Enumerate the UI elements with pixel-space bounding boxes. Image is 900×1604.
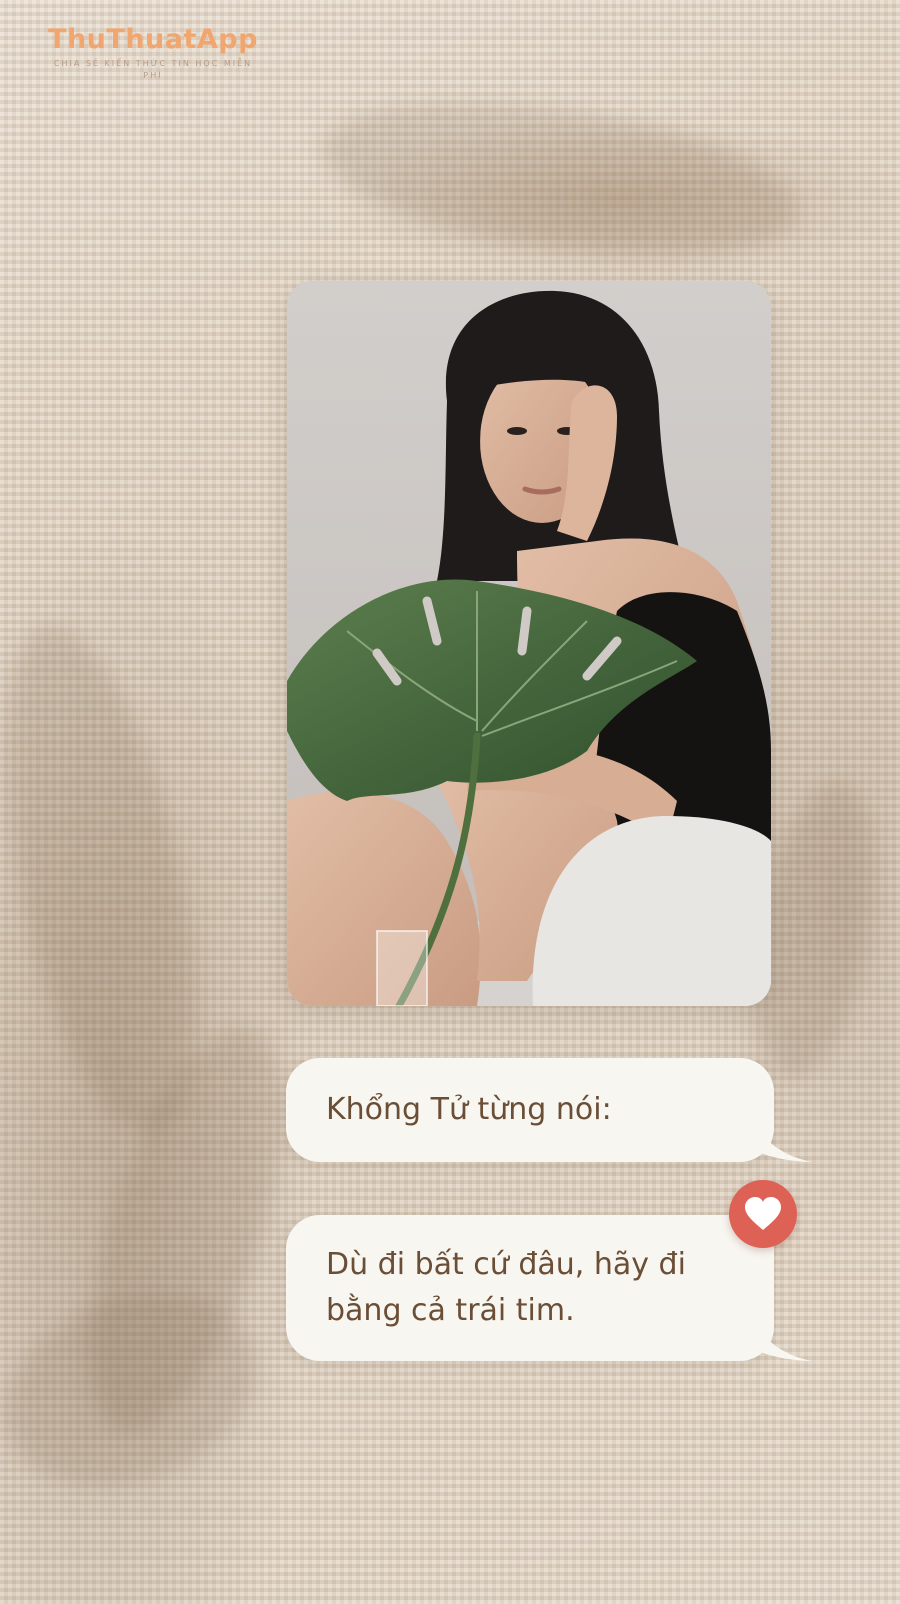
message-bubble: Khổng Tử từng nói:	[286, 1058, 812, 1162]
bubble-tail	[752, 1317, 812, 1361]
portrait-photo	[287, 281, 771, 1006]
background-leaf-shadow	[312, 77, 808, 283]
logo-tagline: CHIA SẺ KIẾN THỨC TIN HỌC MIỄN PHÍ	[53, 59, 253, 80]
logo-text: ThuThuatApp	[48, 24, 258, 55]
message-text: Khổng Tử từng nói:	[326, 1092, 612, 1127]
heart-reaction-badge[interactable]	[729, 1180, 797, 1248]
message-bubble: Dù đi bất cứ đâu, hãy đi bằng cả trái ti…	[286, 1215, 812, 1361]
bubble-tail	[752, 1118, 812, 1162]
photo-card	[287, 281, 771, 1006]
message-text: Dù đi bất cứ đâu, hãy đi bằng cả trái ti…	[326, 1247, 686, 1328]
brand-logo: ThuThuatApp CHIA SẺ KIẾN THỨC TIN HỌC MI…	[48, 24, 258, 82]
background-leaf-shadow	[0, 1260, 283, 1520]
heart-icon	[745, 1197, 781, 1230]
